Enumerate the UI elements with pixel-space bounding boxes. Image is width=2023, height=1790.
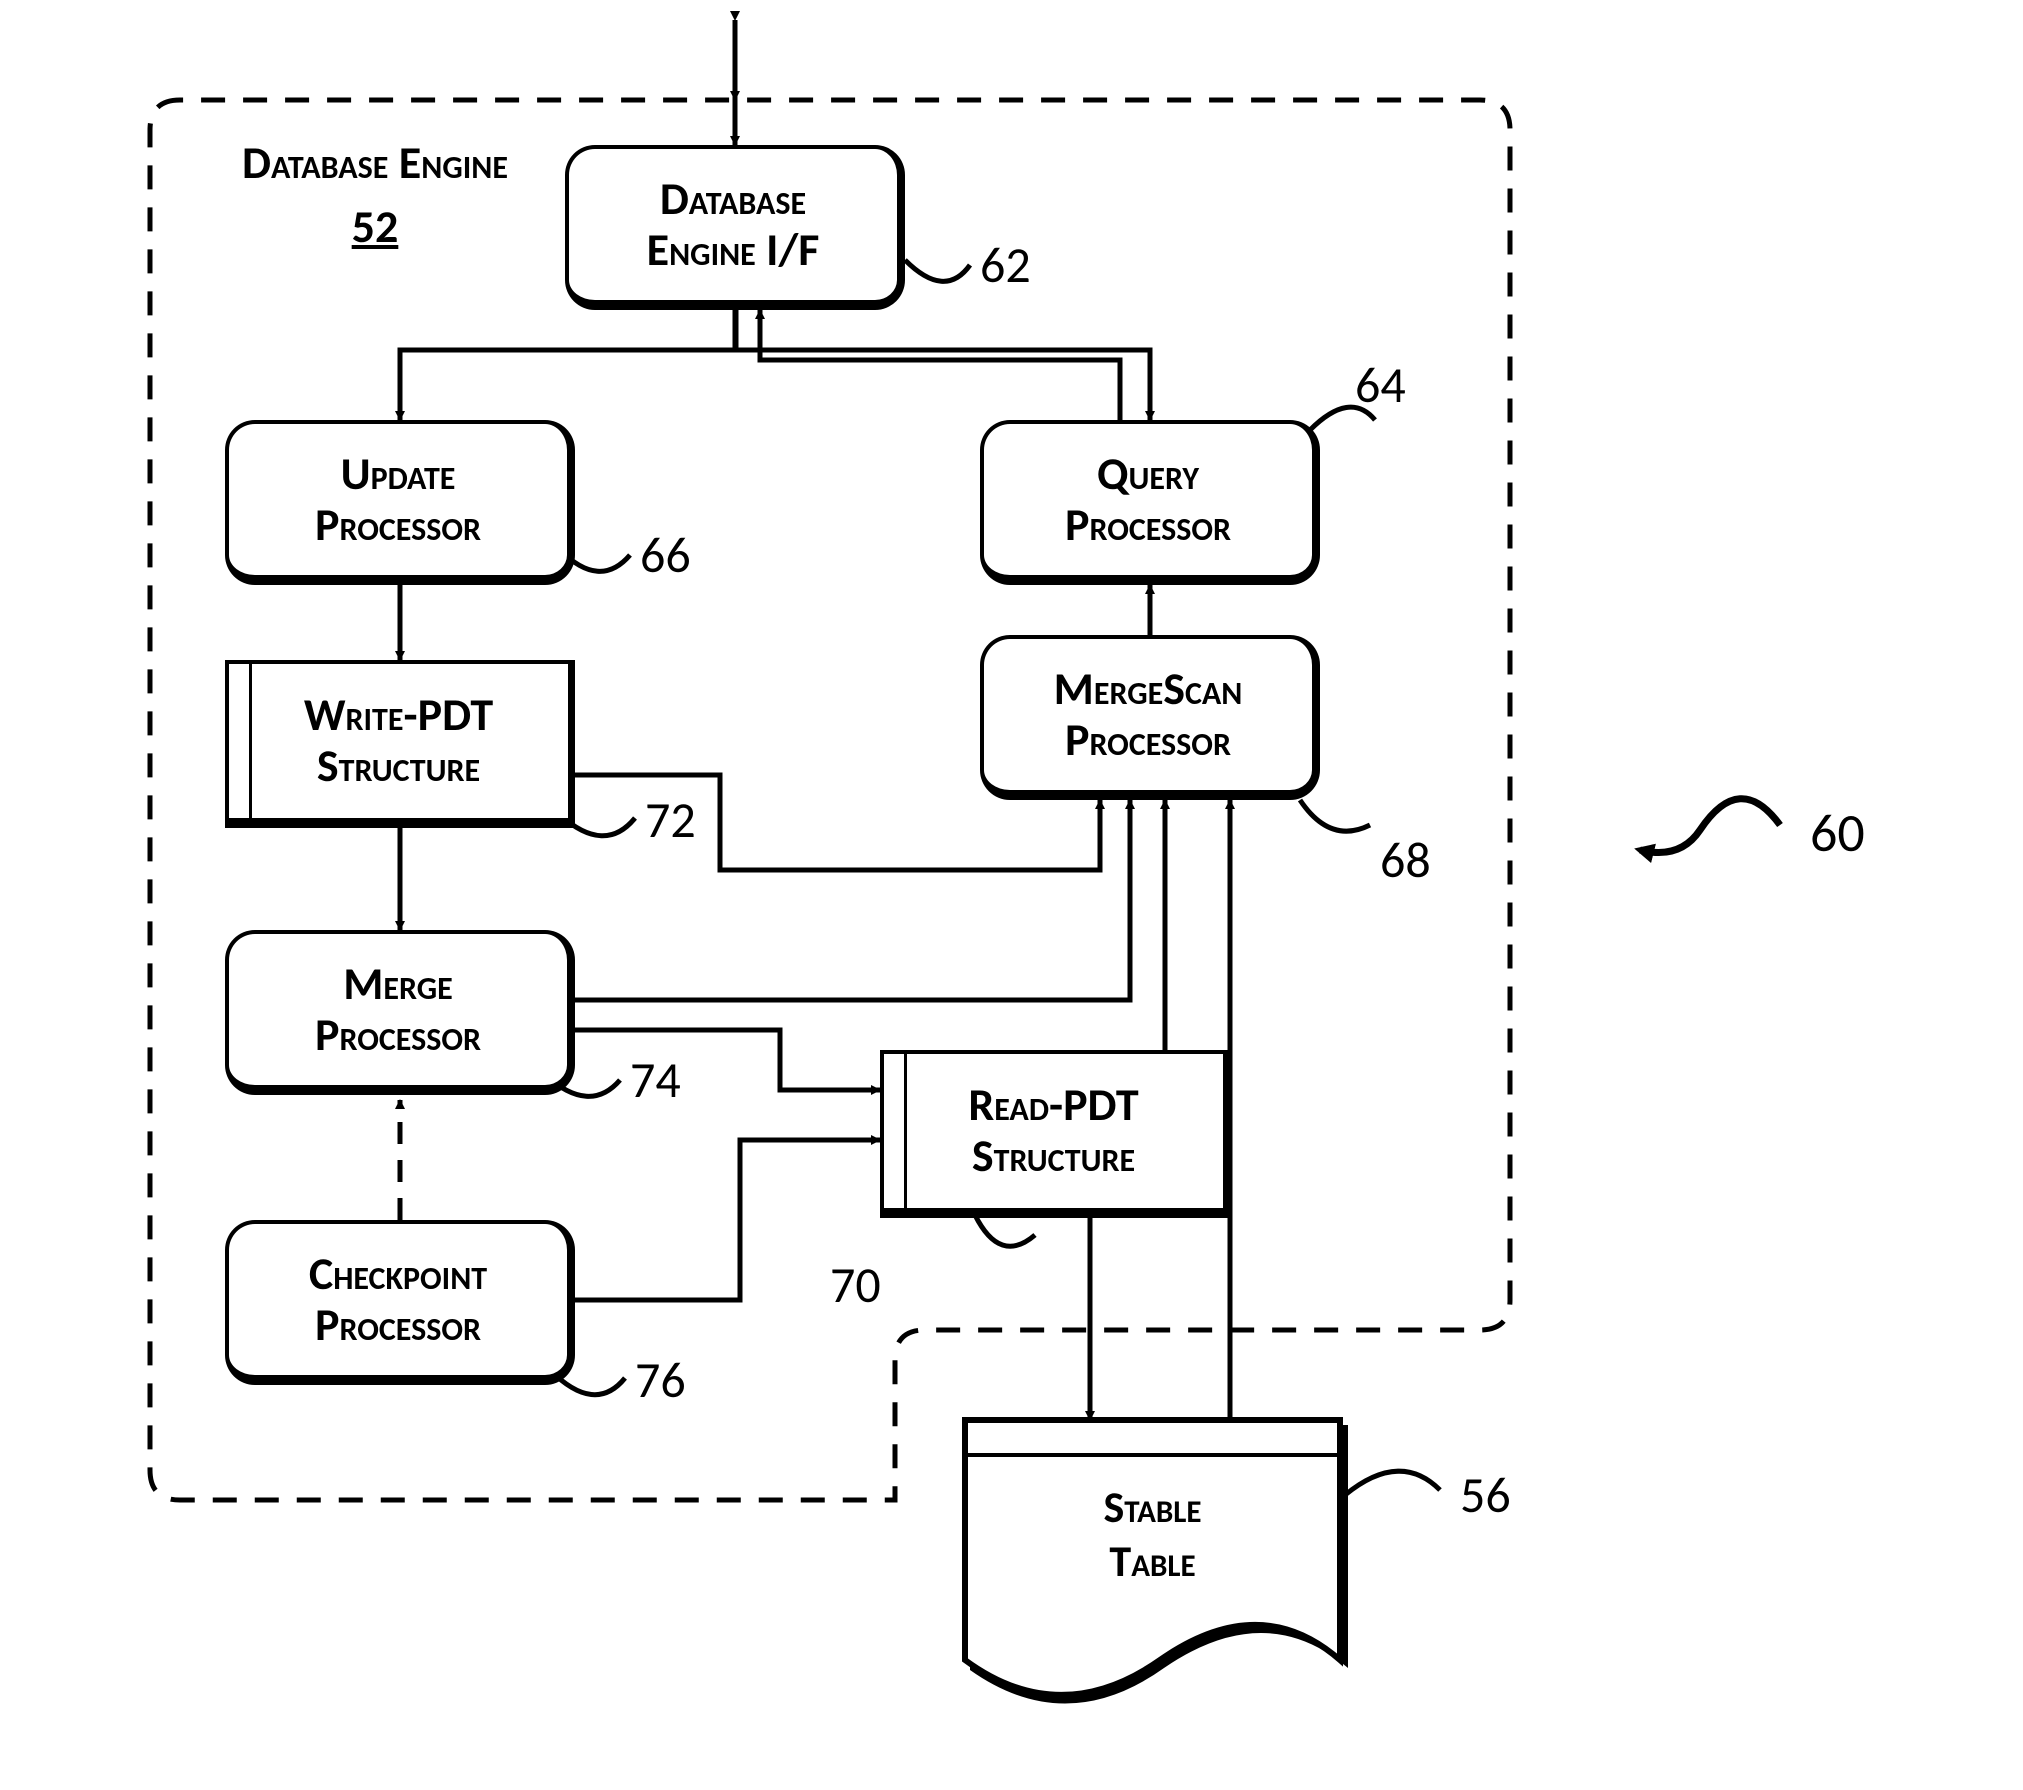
ref-68: 68 xyxy=(1380,830,1431,891)
box-write-pdt-structure: Write-PDT Structure xyxy=(225,660,575,828)
box-query-processor: Query Processor xyxy=(980,420,1320,585)
box-label: Read-PDT Structure xyxy=(968,1080,1138,1181)
ref-60: 60 xyxy=(1810,800,1865,866)
ref-76: 76 xyxy=(635,1350,686,1411)
ref-66: 66 xyxy=(640,525,691,586)
box-stable-table: Stable Table xyxy=(965,1420,1340,1680)
box-database-engine-if: Database Engine I/F xyxy=(565,145,905,310)
box-label: Query Processor xyxy=(1065,449,1231,550)
ref-74: 74 xyxy=(630,1050,681,1111)
ref-64: 64 xyxy=(1355,355,1406,416)
diagram-title-ref: 52 xyxy=(195,199,555,255)
box-label: Checkpoint Processor xyxy=(309,1249,487,1350)
ref-62: 62 xyxy=(980,235,1031,296)
box-label: Update Processor xyxy=(315,449,481,550)
box-label: Database Engine I/F xyxy=(647,174,820,275)
box-update-processor: Update Processor xyxy=(225,420,575,585)
box-merge-processor: Merge Processor xyxy=(225,930,575,1095)
box-label: MergeScan Processor xyxy=(1054,664,1243,765)
box-label: Stable Table xyxy=(965,1480,1340,1588)
ref-72: 72 xyxy=(645,790,696,851)
diagram-title: Database Engine xyxy=(195,135,555,191)
box-read-pdt-structure: Read-PDT Structure xyxy=(880,1050,1230,1218)
box-label: Write-PDT Structure xyxy=(304,690,493,791)
box-mergescan-processor: MergeScan Processor xyxy=(980,635,1320,800)
ref-56: 56 xyxy=(1460,1465,1511,1526)
ref-70: 70 xyxy=(830,1255,881,1316)
box-checkpoint-processor: Checkpoint Processor xyxy=(225,1220,575,1385)
box-label: Merge Processor xyxy=(315,959,481,1060)
